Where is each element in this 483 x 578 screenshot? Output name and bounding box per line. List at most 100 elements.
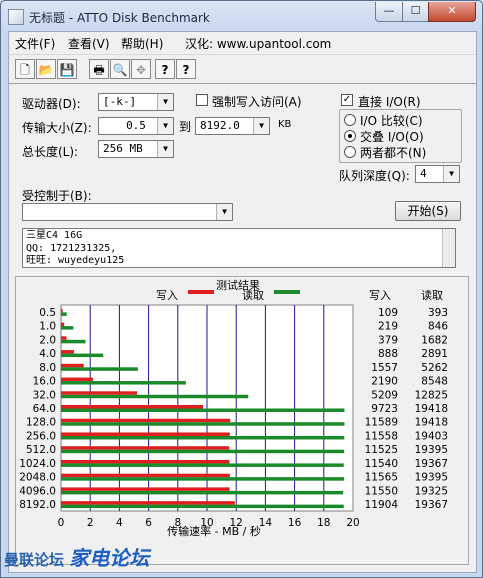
- chevron-down-icon: ▼: [157, 94, 173, 110]
- write-bar: [61, 432, 230, 436]
- close-button[interactable]: ✕: [428, 2, 476, 22]
- write-value: 888: [378, 348, 398, 360]
- maximize-button[interactable]: ☐: [402, 2, 429, 22]
- transfer-size-from-select[interactable]: 0.5 ▼: [98, 117, 174, 135]
- direct-io-label: 直接 I/O(R): [358, 95, 421, 109]
- total-length-select[interactable]: 256 MB ▼: [98, 140, 174, 158]
- write-value: 1557: [371, 362, 398, 374]
- open-folder-icon[interactable]: 📂: [36, 59, 56, 79]
- print-preview-icon[interactable]: 🔍: [110, 59, 130, 79]
- read-bar: [61, 435, 345, 440]
- y-category-label: 128.0: [26, 417, 56, 429]
- write-bar: [61, 391, 138, 395]
- x-tick-label: 0: [58, 517, 65, 529]
- notes-textarea[interactable]: 三星C4 16G QQ: 1721231325, 旺旺: wuyedeyu125: [22, 228, 456, 268]
- neither-radio[interactable]: [344, 146, 356, 158]
- neither-label: 两者都不(N): [360, 146, 427, 160]
- write-value: 11589: [365, 417, 398, 429]
- title-bar[interactable]: 无标题 - ATTO Disk Benchmark — ☐ ✕: [1, 1, 482, 31]
- read-bar: [61, 394, 249, 399]
- menu-view[interactable]: 查看(V): [68, 35, 110, 52]
- read-value: 19367: [415, 499, 448, 511]
- write-value: 5209: [371, 389, 398, 401]
- y-category-label: 1.0: [39, 321, 56, 333]
- menu-file[interactable]: 文件(F): [15, 35, 55, 52]
- write-bar: [61, 501, 235, 505]
- new-file-icon[interactable]: 🗋: [15, 59, 35, 79]
- write-value: 11904: [365, 499, 399, 511]
- x-tick-label: 18: [317, 517, 330, 529]
- queue-depth-select[interactable]: 4 ▼: [415, 165, 460, 183]
- y-category-label: 16.0: [33, 376, 56, 388]
- read-bar: [61, 408, 345, 412]
- drive-value: [-k-]: [103, 95, 137, 108]
- x-tick-label: 2: [87, 517, 94, 529]
- read-value: 393: [428, 307, 448, 319]
- print-icon[interactable]: 🖶: [89, 59, 109, 79]
- read-value: 12825: [415, 389, 448, 401]
- read-value: 19418: [415, 403, 448, 415]
- force-write-checkbox[interactable]: [196, 94, 208, 106]
- read-value: 19325: [415, 485, 448, 497]
- chevron-down-icon: ▼: [216, 204, 232, 220]
- notes-scrollbar[interactable]: [442, 229, 455, 267]
- results-chart: 测试结果 写入 读取 写入 读取 0 2 4 6 8 10 12 14 16 18 200.5 109…: [19, 279, 448, 538]
- help-icon[interactable]: ?: [155, 59, 175, 79]
- legend-read-label: 读取: [242, 288, 264, 302]
- drive-select[interactable]: [-k-] ▼: [98, 93, 174, 111]
- app-icon: [8, 9, 24, 25]
- write-bar: [61, 336, 67, 340]
- read-bar: [61, 504, 344, 509]
- save-icon[interactable]: 💾: [57, 59, 77, 79]
- read-bar: [61, 381, 186, 385]
- write-bar: [61, 308, 63, 313]
- menu-localization[interactable]: 汉化: www.upantool.com: [185, 35, 331, 52]
- overlapped-io-radio[interactable]: [344, 130, 356, 142]
- write-value: 219: [378, 321, 398, 333]
- x-tick-label: 16: [288, 517, 302, 529]
- total-length-label: 总长度(L):: [22, 145, 79, 159]
- write-bar: [61, 322, 65, 327]
- y-category-label: 2048.0: [19, 472, 56, 484]
- menu-help[interactable]: 帮助(H): [121, 35, 163, 52]
- transfer-size-to-select[interactable]: 8192.0 ▼: [195, 117, 270, 135]
- checkmark-icon: ✓: [342, 94, 352, 105]
- menu-bar: 文件(F) 查看(V) 帮助(H) 汉化: www.upantool.com: [9, 32, 476, 54]
- start-button[interactable]: 开始(S): [395, 201, 461, 221]
- controlled-by-select[interactable]: ▼: [22, 203, 233, 221]
- read-bar: [61, 353, 104, 358]
- write-bar: [61, 377, 93, 382]
- total-length-value: 256 MB: [103, 142, 143, 155]
- read-bar: [61, 449, 345, 454]
- read-value: 19367: [415, 458, 448, 470]
- read-value: 19395: [415, 444, 448, 456]
- chevron-down-icon: ▼: [253, 118, 269, 134]
- direct-io-checkbox[interactable]: ✓: [341, 94, 353, 106]
- read-value: 2891: [421, 348, 448, 360]
- transfer-to-value: 8192.0: [200, 119, 240, 132]
- minimize-button[interactable]: —: [375, 2, 403, 22]
- read-value: 1682: [421, 334, 448, 346]
- notes-line: QQ: 1721231325,: [26, 242, 117, 254]
- x-tick-label: 6: [145, 517, 152, 529]
- read-bar: [61, 490, 344, 495]
- write-bar: [61, 459, 230, 464]
- y-category-label: 512.0: [26, 444, 56, 456]
- read-value: 8548: [421, 376, 448, 388]
- chevron-down-icon: ▼: [157, 118, 173, 134]
- write-value: 109: [378, 307, 398, 319]
- write-bar: [61, 473, 230, 478]
- write-bar: [61, 405, 203, 409]
- context-help-icon[interactable]: ?: [176, 59, 196, 79]
- notes-line: 旺旺: wuyedeyu125: [26, 255, 125, 266]
- to-label: 到: [179, 120, 192, 134]
- queue-depth-value: 4: [420, 167, 427, 180]
- move-icon[interactable]: ✥: [131, 59, 151, 79]
- io-compare-radio[interactable]: [344, 114, 356, 126]
- io-compare-label: I/O 比较(C): [360, 114, 423, 128]
- y-category-label: 1024.0: [19, 458, 56, 470]
- window-title: 无标题 - ATTO Disk Benchmark: [29, 11, 210, 25]
- write-value: 11550: [365, 485, 398, 497]
- y-category-label: 256.0: [26, 430, 56, 442]
- write-value: 2190: [371, 376, 398, 388]
